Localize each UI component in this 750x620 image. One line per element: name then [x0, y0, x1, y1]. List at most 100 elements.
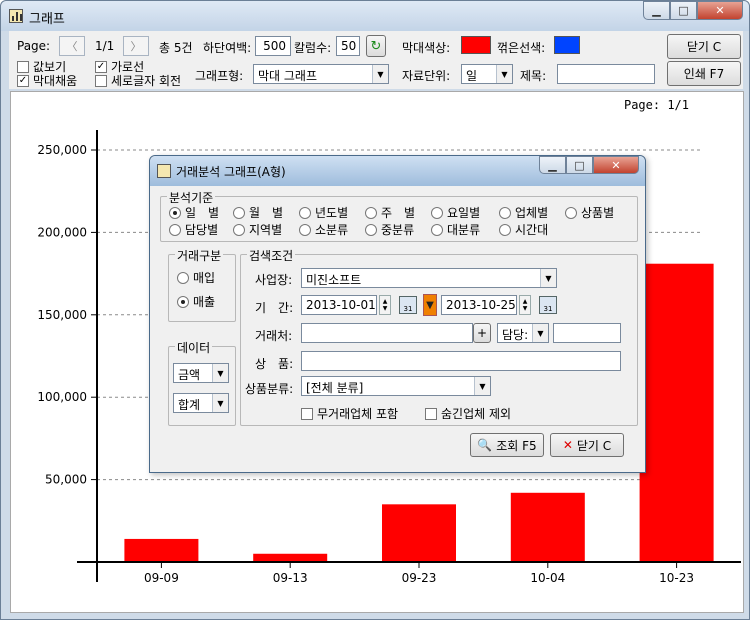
bar: [253, 553, 328, 562]
data-measure-select[interactable]: 금액 ▼: [173, 363, 229, 383]
data-aggregate-value: 합계: [178, 398, 201, 412]
graph-window: 그래프 ▁ □ ✕ Page: 〈 1/1 〉 총 5건 하단여백: 500 칼…: [0, 0, 750, 620]
rotate-text-checkbox[interactable]: 세로글자 회전: [95, 72, 181, 89]
y-tick-label: 100,000: [37, 390, 87, 404]
radio-icon: [499, 206, 511, 219]
basis-radio-option[interactable]: 중분류: [365, 221, 414, 238]
calendar-icon[interactable]: 31: [399, 296, 417, 314]
chevron-left-icon: 〈: [66, 40, 78, 53]
close-icon[interactable]: ✕: [593, 156, 639, 174]
checkmark-icon: ✓: [17, 74, 29, 87]
radio-icon: [233, 206, 245, 219]
category-select[interactable]: [전체 분류] ▼: [301, 376, 491, 396]
basis-radio-option[interactable]: 업체별: [499, 204, 548, 221]
bar: [510, 492, 585, 562]
basis-radio-option[interactable]: 요일별: [431, 204, 480, 221]
basis-group: 분석기준 일 별월 별 년도별 주 별 요일별 업체별 상품별 담당별 지역별 소분류 중분류 대분…: [160, 189, 638, 242]
next-page-button[interactable]: 〉: [123, 36, 149, 56]
search-group-title: 검색조건: [247, 247, 296, 264]
checkbox-box: [95, 74, 107, 87]
basis-radio-option[interactable]: 대분류: [431, 221, 480, 238]
bottom-margin-input[interactable]: 500: [255, 36, 291, 56]
date-range-arrow-icon[interactable]: ▼: [423, 294, 437, 316]
manager-input[interactable]: [553, 323, 621, 343]
date-from-spinner[interactable]: ▲ ▼: [379, 295, 391, 315]
product-input[interactable]: [301, 351, 621, 371]
line-color-swatch[interactable]: [554, 36, 580, 54]
business-select[interactable]: 미진소프트 ▼: [301, 268, 557, 288]
column-count-input[interactable]: 50: [336, 36, 360, 56]
title-bar[interactable]: 그래프 ▁ □ ✕: [1, 1, 749, 31]
category-label: 상품분류:: [245, 382, 294, 396]
prev-page-button[interactable]: 〈: [59, 36, 85, 56]
chart-type-label: 그래프형:: [195, 69, 244, 83]
close-icon[interactable]: ✕: [697, 1, 743, 20]
checkbox-box: [425, 407, 437, 420]
toolbar: Page: 〈 1/1 〉 총 5건 하단여백: 500 칼럼수: 50 ↻ 막…: [9, 31, 743, 89]
search-button[interactable]: 🔍 조회 F5: [470, 433, 544, 457]
minimize-icon[interactable]: ▁: [539, 156, 566, 174]
basis-radio-option[interactable]: 년도별: [299, 204, 348, 221]
close-button[interactable]: 닫기 C: [667, 34, 741, 59]
chevron-down-icon: ▼: [540, 269, 556, 287]
data-unit-label: 자료단위:: [402, 69, 451, 83]
basis-radio-option[interactable]: 월 별: [233, 204, 283, 221]
data-unit-select[interactable]: 일 ▼: [461, 64, 513, 84]
date-from-input[interactable]: 2013-10-01: [301, 295, 377, 315]
chart-page-label: Page: 1/1: [623, 98, 689, 112]
radio-icon: [431, 206, 443, 219]
hidden-client-checkbox[interactable]: 숨긴업체 제외: [425, 405, 511, 422]
data-measure-value: 금액: [178, 368, 201, 382]
window-title: 그래프: [29, 12, 65, 27]
date-to-spinner[interactable]: ▲ ▼: [519, 295, 531, 315]
checkbox-box: [17, 60, 29, 73]
trade-option-label: 매출: [193, 295, 216, 309]
radio-icon: [299, 206, 311, 219]
category-value: [전체 분류]: [306, 381, 364, 395]
data-group-title: 데이터: [175, 339, 213, 356]
data-aggregate-select[interactable]: 합계 ▼: [173, 393, 229, 413]
search-button-label: 조회 F5: [496, 438, 537, 453]
y-tick-label: 50,000: [45, 473, 87, 487]
maximize-icon[interactable]: □: [566, 156, 593, 174]
client-input[interactable]: [301, 323, 473, 343]
bar-color-swatch[interactable]: [461, 36, 491, 54]
refresh-button[interactable]: ↻: [366, 35, 386, 57]
radio-icon: [365, 223, 377, 236]
dialog-title: 거래분석 그래프(A형): [176, 165, 286, 179]
basis-radio-option[interactable]: 주 별: [365, 204, 415, 221]
trade-radio-sales[interactable]: 매출: [177, 293, 215, 310]
manager-select[interactable]: 담당: ▼: [497, 323, 549, 343]
dialog-close-button[interactable]: ✕ 닫기 C: [550, 433, 624, 457]
basis-radio-option[interactable]: 일 별: [169, 204, 219, 221]
chevron-down-icon: ▼: [532, 324, 548, 342]
basis-radio-option[interactable]: 소분류: [299, 221, 348, 238]
client-add-button[interactable]: +: [473, 323, 491, 343]
chart-type-select[interactable]: 막대 그래프 ▼: [253, 64, 389, 84]
calendar-icon[interactable]: 31: [539, 296, 557, 314]
basis-radio-option[interactable]: 지역별: [233, 221, 282, 238]
chevron-right-icon: 〉: [130, 40, 142, 53]
basis-radio-option[interactable]: 상품별: [565, 204, 614, 221]
data-unit-value: 일: [466, 69, 478, 83]
maximize-icon[interactable]: □: [670, 1, 697, 20]
basis-option-label: 요일별: [447, 206, 481, 220]
bar: [639, 263, 714, 562]
title-input[interactable]: [557, 64, 655, 84]
minimize-icon[interactable]: ▁: [643, 1, 670, 20]
x-tick-label: 10-04: [530, 571, 565, 585]
date-to-input[interactable]: 2013-10-25: [441, 295, 517, 315]
page-indicator: 1/1: [95, 39, 115, 53]
chart-type-value: 막대 그래프: [258, 69, 318, 83]
search-icon: 🔍: [477, 438, 493, 452]
x-tick-label: 09-09: [144, 571, 179, 585]
print-button[interactable]: 인쇄 F7: [667, 61, 741, 86]
no-trade-checkbox[interactable]: 무거래업체 포함: [301, 405, 398, 422]
dialog-title-bar[interactable]: 거래분석 그래프(A형) ▁ □ ✕: [150, 156, 645, 186]
basis-radio-option[interactable]: 시간대: [499, 221, 548, 238]
basis-radio-option[interactable]: 담당별: [169, 221, 218, 238]
trade-radio-purchase[interactable]: 매입: [177, 269, 215, 286]
radio-icon: [565, 206, 577, 219]
radio-icon: [169, 223, 181, 236]
bar-fill-checkbox[interactable]: ✓ 막대채움: [17, 72, 77, 89]
